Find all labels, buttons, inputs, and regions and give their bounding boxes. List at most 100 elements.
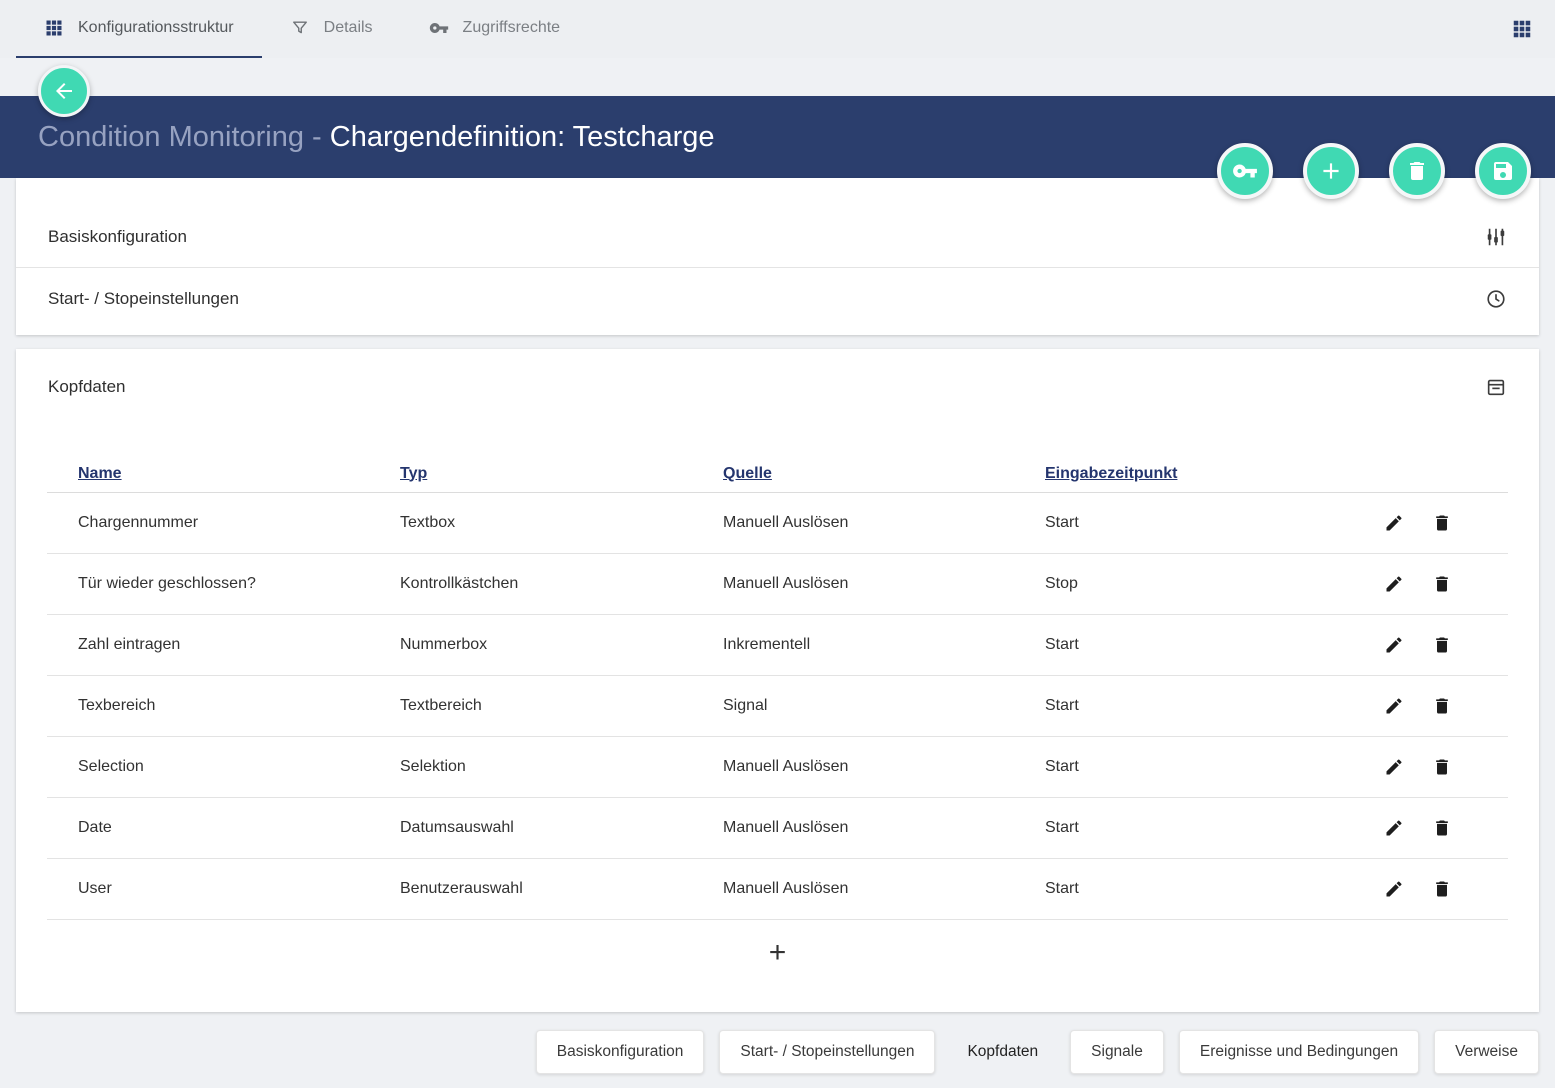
add-field-button[interactable]: + [755,934,801,972]
tab-label: Zugriffsrechte [463,19,561,37]
cell-quelle: Manuell Auslösen [692,575,1014,593]
bottom-nav-kopfdaten[interactable]: Kopfdaten [950,1030,1055,1074]
delete-icon[interactable] [1432,879,1452,899]
save-icon [1491,159,1515,183]
key-icon [1232,158,1258,184]
section-row-basiskonfiguration[interactable]: Basiskonfiguration [16,206,1539,267]
cell-quelle: Manuell Auslösen [692,819,1014,837]
page-title-prefix: Condition Monitoring - [38,121,330,153]
cell-typ: Textbox [369,514,692,532]
cell-eingabezeitpunkt: Start [1014,880,1348,898]
delete-icon[interactable] [1432,757,1452,777]
bottom-nav-verweise[interactable]: Verweise [1434,1030,1539,1074]
cell-typ: Kontrollkästchen [369,575,692,593]
trash-icon [1405,159,1429,183]
action-fab-row [1217,143,1531,199]
cell-typ: Selektion [369,758,692,776]
edit-icon[interactable] [1384,635,1404,655]
kopfdaten-header: Kopfdaten [16,375,1539,399]
bottom-nav-ereignisse[interactable]: Ereignisse und Bedingungen [1179,1030,1419,1074]
arrow-left-icon [52,79,76,103]
filter-icon [290,18,310,38]
row-actions [1348,757,1508,777]
cell-name: Tür wieder geschlossen? [47,575,369,593]
section-label: Basiskonfiguration [48,227,187,247]
bottom-nav-start-stop[interactable]: Start- / Stopeinstellungen [719,1030,935,1074]
cell-eingabezeitpunkt: Start [1014,758,1348,776]
tab-details[interactable]: Details [262,0,401,58]
delete-button[interactable] [1389,143,1445,199]
save-button[interactable] [1475,143,1531,199]
bottom-nav-signale[interactable]: Signale [1070,1030,1164,1074]
kopfdaten-table: Name Typ Quelle Eingabezeitpunkt Chargen… [47,455,1508,986]
calendar-icon [1485,376,1507,398]
column-header-typ: Typ [369,465,692,483]
bottom-nav: Basiskonfiguration Start- / Stopeinstell… [0,1012,1555,1074]
plus-icon [1318,158,1344,184]
column-header-name: Name [47,465,369,483]
column-header-quelle: Quelle [692,465,1014,483]
delete-icon[interactable] [1432,513,1452,533]
delete-icon[interactable] [1432,635,1452,655]
grid-icon [44,18,64,38]
cell-quelle: Manuell Auslösen [692,880,1014,898]
table-row: Tür wieder geschlossen? Kontrollkästchen… [47,554,1508,615]
cell-eingabezeitpunkt: Stop [1014,575,1348,593]
row-actions [1348,513,1508,533]
cell-name: Zahl eintragen [47,636,369,654]
bottom-nav-basiskonfiguration[interactable]: Basiskonfiguration [536,1030,705,1074]
section-row-start-stop[interactable]: Start- / Stopeinstellungen [16,268,1539,329]
tab-label: Details [324,19,373,37]
cell-quelle: Manuell Auslösen [692,758,1014,776]
delete-icon[interactable] [1432,818,1452,838]
table-row: Date Datumsauswahl Manuell Auslösen Star… [47,798,1508,859]
cell-quelle: Manuell Auslösen [692,514,1014,532]
edit-icon[interactable] [1384,818,1404,838]
row-actions [1348,818,1508,838]
add-button[interactable] [1303,143,1359,199]
add-row: + [47,920,1508,986]
cell-typ: Datumsauswahl [369,819,692,837]
delete-icon[interactable] [1432,696,1452,716]
clock-icon [1485,288,1507,310]
top-tab-bar: Konfigurationsstruktur Details Zugriffsr… [0,0,1555,58]
cell-eingabezeitpunkt: Start [1014,697,1348,715]
table-row: Zahl eintragen Nummerbox Inkrementell St… [47,615,1508,676]
permissions-button[interactable] [1217,143,1273,199]
row-actions [1348,574,1508,594]
cell-name: User [47,880,369,898]
cell-quelle: Signal [692,697,1014,715]
section-list-card: Basiskonfiguration Start- / Stopeinstell… [16,178,1539,335]
cell-name: Chargennummer [47,514,369,532]
cell-name: Selection [47,758,369,776]
edit-icon[interactable] [1384,696,1404,716]
cell-eingabezeitpunkt: Start [1014,514,1348,532]
cell-eingabezeitpunkt: Start [1014,819,1348,837]
row-actions [1348,635,1508,655]
cell-typ: Textbereich [369,697,692,715]
cell-eingabezeitpunkt: Start [1014,636,1348,654]
column-header-eingabezeitpunkt: Eingabezeitpunkt [1014,465,1348,483]
section-label: Start- / Stopeinstellungen [48,289,239,309]
delete-icon[interactable] [1432,574,1452,594]
back-button[interactable] [38,65,90,117]
table-row: User Benutzerauswahl Manuell Auslösen St… [47,859,1508,920]
tab-zugriffsrechte[interactable]: Zugriffsrechte [401,0,589,58]
apps-grid-icon [1511,18,1533,40]
key-icon [429,18,449,38]
apps-grid-button[interactable] [1489,0,1555,58]
table-row: Texbereich Textbereich Signal Start [47,676,1508,737]
edit-icon[interactable] [1384,574,1404,594]
cell-quelle: Inkrementell [692,636,1014,654]
cell-typ: Benutzerauswahl [369,880,692,898]
tab-label: Konfigurationsstruktur [78,19,234,37]
table-row: Selection Selektion Manuell Auslösen Sta… [47,737,1508,798]
edit-icon[interactable] [1384,879,1404,899]
row-actions [1348,696,1508,716]
cell-name: Date [47,819,369,837]
tab-konfigurationsstruktur[interactable]: Konfigurationsstruktur [16,0,262,58]
page-title-main: Chargendefinition: Testcharge [330,121,715,153]
edit-icon[interactable] [1384,757,1404,777]
edit-icon[interactable] [1384,513,1404,533]
table-header-row: Name Typ Quelle Eingabezeitpunkt [47,455,1508,493]
